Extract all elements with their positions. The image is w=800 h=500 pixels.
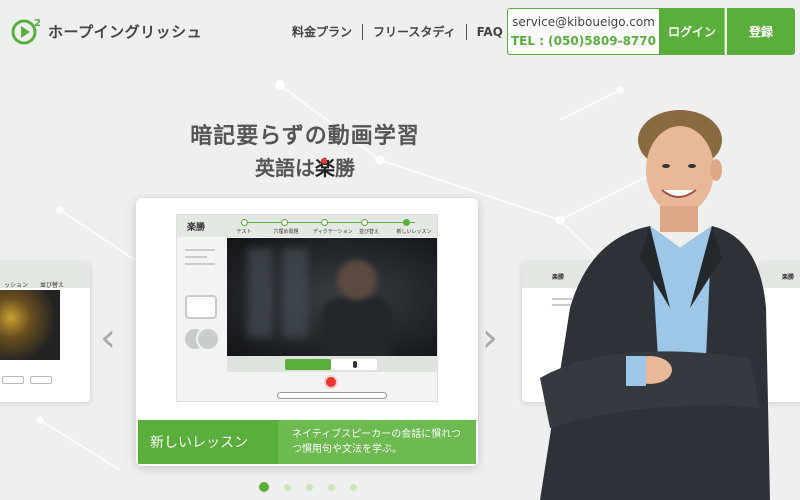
slide-caption-title: 新しいレッスン [138,420,278,464]
play-circle-logo-icon: 2 [10,16,44,46]
site-header: 2 ホープイングリッシュ 料金プラン フリースタディ FAQ service@k… [0,0,800,62]
progress-slider[interactable] [277,392,387,399]
sidebar-lines [185,249,215,270]
step-label: ディクテーション [313,229,353,235]
mini-step-label: 並び替え [40,282,65,289]
brand-logo[interactable]: 2 ホープイングリッシュ [10,16,202,46]
mini-button [2,376,24,384]
app-preview: 楽勝 テスト 穴埋め問題 ディクテーション 並び替え 新しいレッスン [176,214,438,402]
video-person-body [322,296,392,356]
lesson-video[interactable] [227,238,437,356]
video-control-bar [227,356,437,372]
carousel-dot[interactable] [284,483,291,491]
raku-accent-dot [321,158,327,164]
step-label: 穴埋め問題 [273,229,299,235]
subhead-prefix: 英語は [255,156,315,180]
video-bg-window [247,248,273,338]
mini-step-label: ッション [4,282,29,289]
step-label: 並び替え [358,229,380,235]
carousel-slide-current[interactable]: 楽勝 テスト 穴埋め問題 ディクテーション 並び替え 新しいレッスン 新しいレッ… [136,198,478,466]
record-button[interactable] [324,375,338,389]
carousel-dot-active[interactable] [259,482,269,492]
login-button[interactable]: ログイン [660,8,725,55]
step-label: テスト [236,229,252,235]
hero-subhead: 英語は楽勝 [170,152,440,181]
sidebar-line [185,263,215,265]
carousel-dot[interactable] [350,483,357,491]
carousel-dot[interactable] [306,483,313,491]
app-preview-topbar: 楽勝 テスト 穴埋め問題 ディクテーション 並び替え 新しいレッスン [177,215,437,237]
nav-item-faq[interactable]: FAQ [467,25,513,39]
brand-name: ホープイングリッシュ [48,22,203,41]
app-preview-label: 楽勝 [187,223,206,233]
register-button[interactable]: 登録 [727,8,795,55]
microphone-icon [353,361,357,368]
mini-video-thumbnail [0,290,60,360]
hero-headline: 暗記要らずの動画学習 [190,124,420,149]
contact-phone[interactable]: TEL : (050)5809-8770 [508,34,659,48]
contact-email[interactable]: service@kiboueigo.com [508,15,659,29]
sidebar-line [185,256,207,258]
carousel-slide-prev[interactable]: ッション 並び替え [0,262,90,402]
chevron-left-icon[interactable]: ‹ [100,318,116,358]
slide-caption: 新しいレッスン ネイティブスピーカーの会話に慣れつつ慣用句や文法を学ぶ。 [138,420,476,464]
subhead-suffix: 勝 [335,156,355,180]
subhead-raku: 楽 [315,156,335,180]
step-dot [241,219,248,226]
step-dot-active [403,219,410,226]
presenter-photo [540,110,770,500]
step-dot [281,219,288,226]
carousel-dots [259,482,372,492]
step-label: 新しいレッスン [396,229,432,235]
slide-caption-desc: ネイティブスピーカーの会話に慣れつつ慣用句や文法を学ぶ。 [278,420,476,464]
video-bg-window [282,248,308,338]
mini-app-label: 楽勝 [782,274,795,281]
mini-button [30,376,52,384]
nav-item-pricing[interactable]: 料金プラン [282,23,362,40]
sidebar-line [185,249,215,251]
nav-item-free-study[interactable]: フリースタディ [363,23,466,40]
carousel-dot[interactable] [328,483,335,491]
step-line [245,222,415,223]
video-person-head [337,260,377,300]
step-dot [321,219,328,226]
subtitle-toggle[interactable] [285,359,331,370]
circle [196,327,220,351]
lesson-steps: テスト 穴埋め問題 ディクテーション 並び替え 新しいレッスン [236,219,432,235]
speech-bubble-icon [185,295,217,319]
contact-box: service@kiboueigo.com TEL : (050)5809-87… [507,8,660,55]
step-dot [361,219,368,226]
main-nav: 料金プラン フリースタディ FAQ [282,23,513,40]
svg-text:2: 2 [34,18,41,29]
overlap-circles-icon [183,327,223,351]
chevron-right-icon[interactable]: › [482,318,498,358]
